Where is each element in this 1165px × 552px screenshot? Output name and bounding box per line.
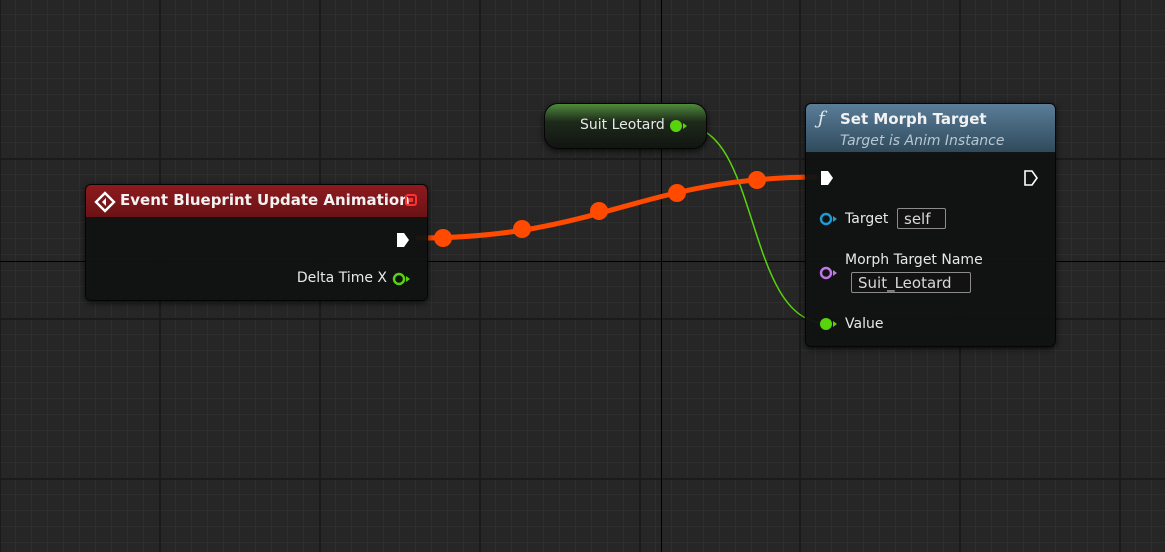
target-value-field[interactable]: self: [897, 208, 946, 229]
variable-label: Suit Leotard: [580, 117, 665, 133]
variable-output-pin[interactable]: [668, 118, 688, 134]
event-diamond-icon: [94, 191, 116, 213]
set-morph-target-node[interactable]: ƒ Set Morph Target Target is Anim Instan…: [805, 103, 1056, 347]
delta-time-float-pin[interactable]: [391, 271, 411, 287]
event-node-title: Event Blueprint Update Animation: [120, 191, 410, 209]
exec-output-pin[interactable]: [395, 231, 411, 249]
function-node-header[interactable]: ƒ Set Morph Target Target is Anim Instan…: [806, 104, 1055, 152]
function-node-title: Set Morph Target: [840, 110, 987, 128]
morph-target-name-field[interactable]: Suit_Leotard: [851, 272, 971, 293]
delegate-square-icon[interactable]: [404, 193, 418, 207]
exec-wire-bubble: [513, 220, 531, 238]
target-label: Target: [845, 211, 889, 227]
exec-wire-bubble: [590, 202, 608, 220]
morph-target-name-label: Morph Target Name: [845, 252, 983, 268]
exec-output-pin[interactable]: [1023, 169, 1039, 187]
exec-input-pin[interactable]: [819, 169, 835, 187]
function-node-subtitle: Target is Anim Instance: [840, 133, 1005, 149]
target-object-pin[interactable]: [818, 211, 838, 227]
event-node-header[interactable]: Event Blueprint Update Animation: [86, 185, 427, 217]
exec-wire-bubble: [434, 229, 452, 247]
exec-wire-bubble: [748, 171, 766, 189]
function-f-icon: ƒ: [818, 108, 825, 129]
event-blueprint-update-animation-node[interactable]: Event Blueprint Update Animation Delta T…: [85, 184, 428, 301]
exec-wire-bubble: [668, 184, 686, 202]
value-label: Value: [845, 316, 884, 332]
morph-target-name-pin[interactable]: [818, 265, 838, 281]
value-bool-pin[interactable]: [818, 316, 838, 332]
suit-leotard-variable-node[interactable]: Suit Leotard: [544, 103, 707, 149]
delta-time-label: Delta Time X: [296, 270, 387, 286]
